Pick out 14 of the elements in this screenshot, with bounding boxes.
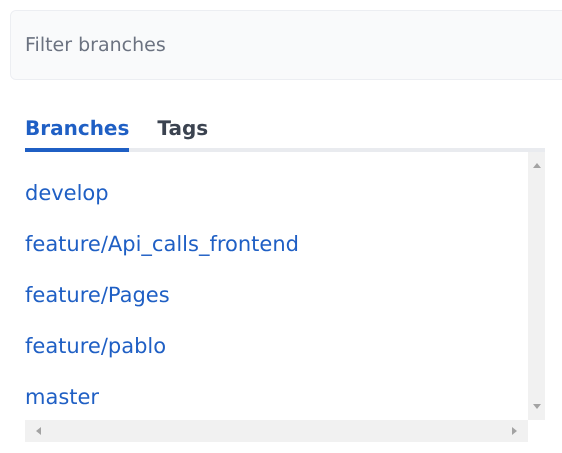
tab[interactable]: Tags [157, 116, 208, 152]
vertical-scrollbar[interactable] [528, 152, 545, 420]
scroll-up-icon[interactable] [532, 162, 540, 170]
filter-field[interactable]: Filter branches [10, 10, 562, 80]
branch-link[interactable]: feature/pablo [25, 332, 166, 360]
branch-link[interactable]: master [25, 383, 100, 411]
branch-link[interactable]: feature/Api_calls_frontend [25, 230, 299, 258]
horizontal-scrollbar[interactable] [25, 420, 528, 442]
scroll-left-icon[interactable] [35, 427, 43, 435]
branch-link[interactable]: feature/Pages [25, 281, 170, 309]
scroll-right-icon[interactable] [510, 427, 518, 435]
branch-link[interactable]: develop [25, 179, 109, 207]
scroll-down-icon[interactable] [532, 402, 540, 410]
tab[interactable]: Branches [25, 116, 130, 152]
